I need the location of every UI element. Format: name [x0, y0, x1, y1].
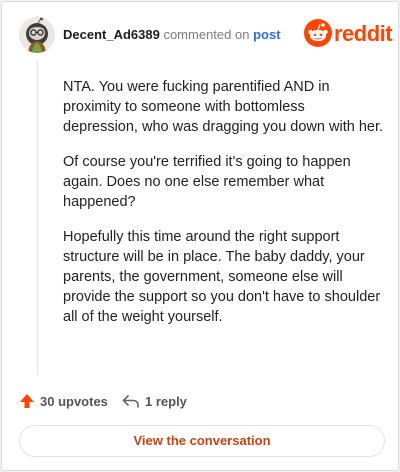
- reddit-snoo-icon: [304, 19, 332, 47]
- reply-button[interactable]: 1 reply: [122, 391, 187, 411]
- comment-paragraph: Hopefully this time around the right sup…: [63, 229, 381, 325]
- reply-arrow-icon: [122, 395, 139, 408]
- comment-body: NTA. You were fucking parentified AND in…: [63, 77, 383, 342]
- upvote-button[interactable]: 30 upvotes: [19, 391, 108, 411]
- comment-header: Decent_Ad6389 commented on post reddit: [19, 17, 393, 53]
- comment-paragraph: Of course you're terrified it's going to…: [63, 154, 351, 210]
- upvote-count: 30 upvotes: [40, 393, 108, 409]
- comment-card: Decent_Ad6389 commented on post reddit N…: [1, 1, 399, 471]
- reddit-logo[interactable]: reddit: [304, 19, 393, 49]
- reply-count: 1 reply: [145, 393, 187, 409]
- comment-meta: Decent_Ad6389 commented on post: [63, 27, 281, 43]
- comment-paragraph: NTA. You were fucking parentified AND in…: [63, 79, 383, 135]
- username[interactable]: Decent_Ad6389: [63, 27, 160, 42]
- reddit-wordmark: reddit: [334, 21, 393, 46]
- avatar[interactable]: [19, 17, 55, 53]
- post-link[interactable]: post: [253, 27, 280, 42]
- thread-line: [37, 59, 38, 375]
- view-conversation-button[interactable]: View the conversation: [19, 425, 385, 457]
- commented-on-text: commented on: [163, 27, 250, 42]
- upvote-arrow-icon: [20, 394, 34, 408]
